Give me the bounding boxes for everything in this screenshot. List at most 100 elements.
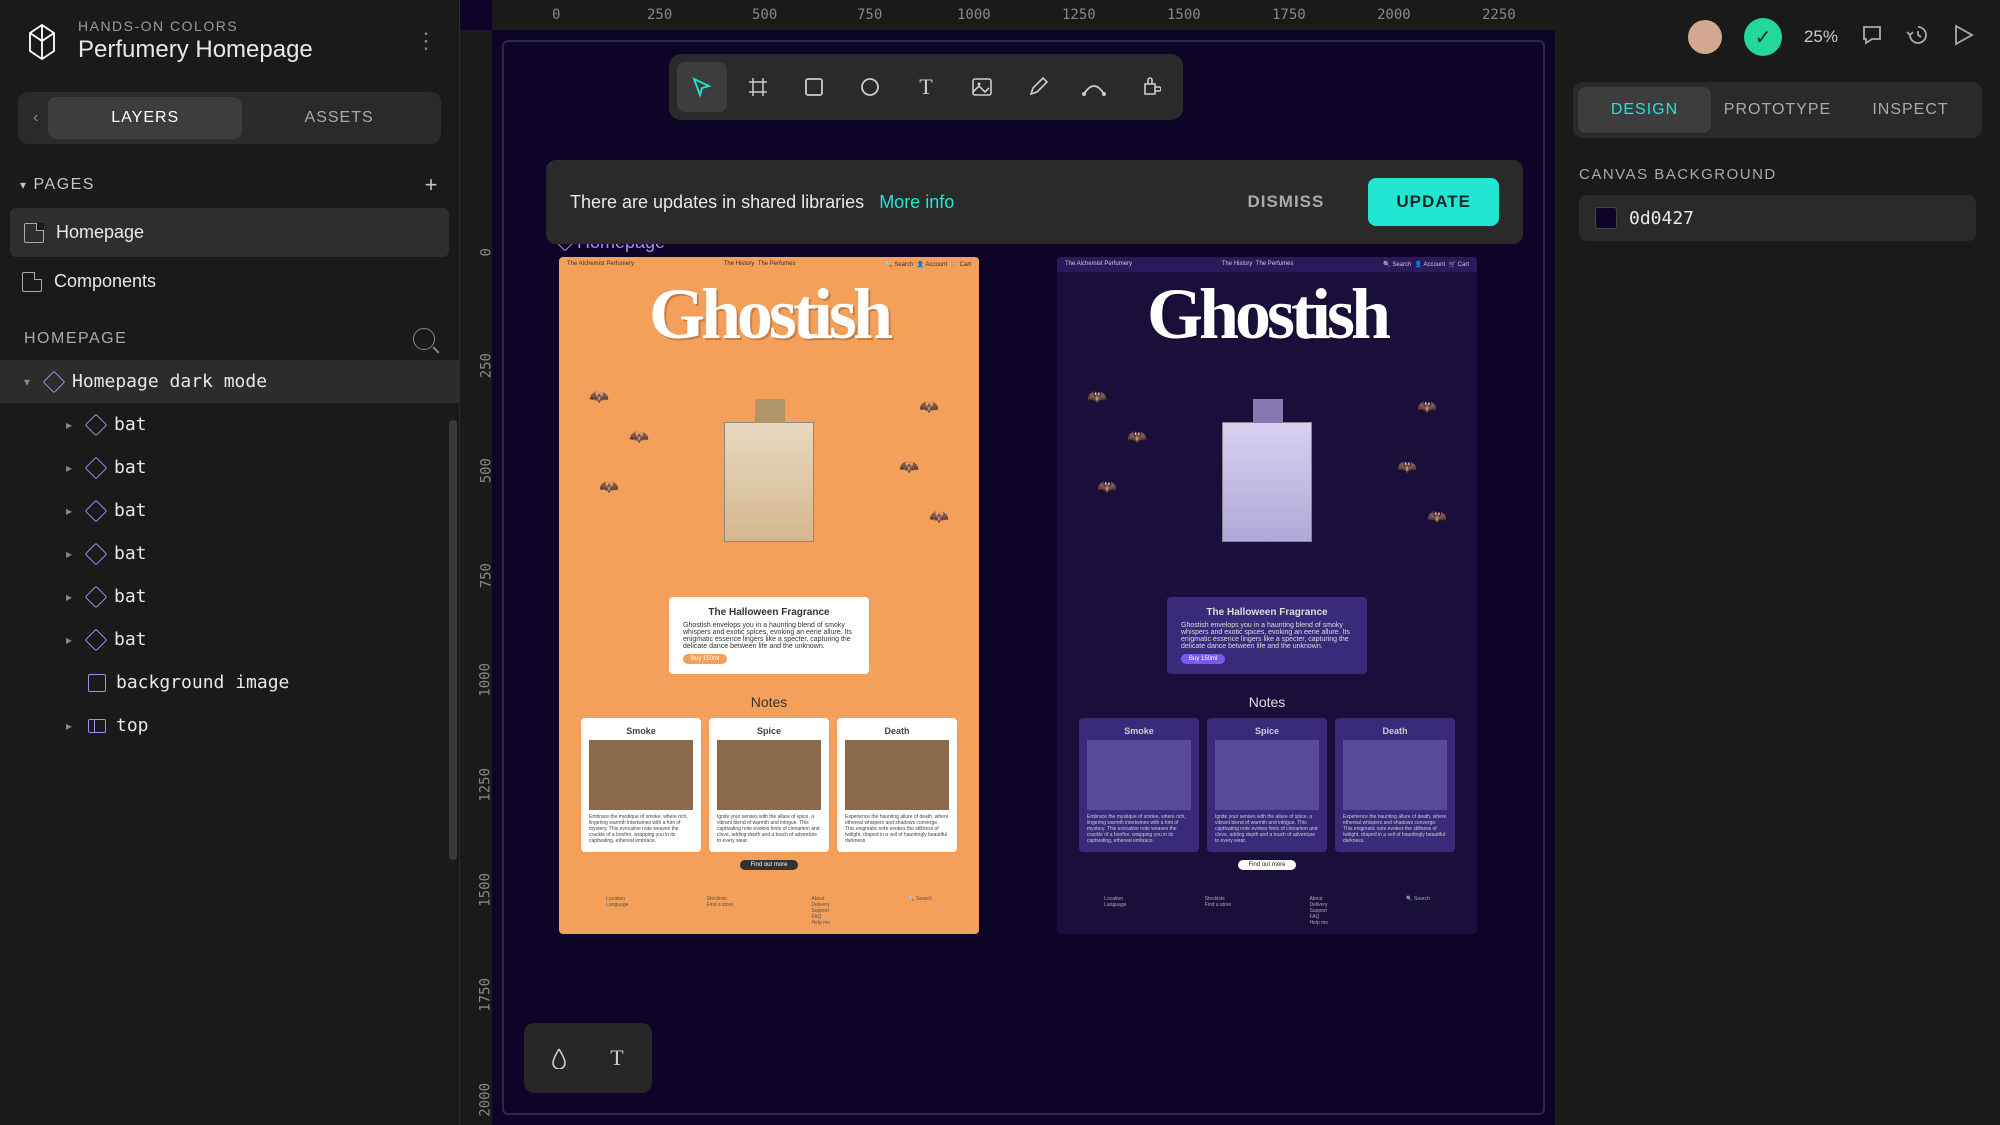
app-logo-icon <box>20 19 64 63</box>
image-tool-icon[interactable] <box>957 62 1007 112</box>
chevron-right-icon[interactable]: ▸ <box>60 418 78 432</box>
component-icon <box>85 456 108 479</box>
pages-heading: PAGES <box>34 176 95 194</box>
tab-assets[interactable]: ASSETS <box>242 97 436 139</box>
color-text-toolbar: T <box>524 1023 652 1093</box>
color-input-row[interactable]: 0d0427 <box>1579 195 1976 241</box>
mock-nav: The Alchemist Perfumery The History The … <box>1057 257 1477 272</box>
chevron-down-icon[interactable]: ▾ <box>20 178 28 192</box>
layer-row-component[interactable]: ▸ bat <box>0 575 459 618</box>
chevron-right-icon[interactable]: ▸ <box>60 590 78 604</box>
layer-row-component[interactable]: ▸ bat <box>0 446 459 489</box>
frame-tool-icon[interactable] <box>733 62 783 112</box>
plugin-tool-icon[interactable] <box>1125 62 1175 112</box>
chevron-right-icon[interactable]: ▸ <box>60 633 78 647</box>
page-item-homepage[interactable]: Homepage <box>10 208 449 257</box>
tools-toolbar: T <box>669 54 1183 120</box>
dismiss-button[interactable]: DISMISS <box>1219 178 1352 226</box>
layer-label: background image <box>116 672 289 693</box>
layers-section-header: HOMEPAGE <box>0 306 459 360</box>
canvas[interactable]: 0 250 500 750 1000 1250 1500 1750 2000 2… <box>460 0 1555 1125</box>
ruler-vertical: 0 250 500 750 1000 1250 1500 1750 2000 <box>460 30 492 1125</box>
path-tool-icon[interactable] <box>1069 62 1119 112</box>
layer-row-component[interactable]: ▸ bat <box>0 403 459 446</box>
artboard-dark[interactable]: The Alchemist Perfumery The History The … <box>1057 257 1477 934</box>
left-sidebar: HANDS-ON COLORS Perfumery Homepage ⋮ ‹ L… <box>0 0 460 1125</box>
layer-row-image[interactable]: background image <box>0 661 459 704</box>
layer-label: top <box>116 715 149 736</box>
canvas-viewport[interactable]: T There are updates in shared libraries … <box>502 40 1545 1115</box>
page-label: Homepage <box>56 222 144 243</box>
panel-tabs: ‹ LAYERS ASSETS <box>18 92 441 144</box>
page-icon <box>22 272 42 292</box>
more-info-link[interactable]: More info <box>879 192 954 212</box>
hero-title: Ghostish <box>1057 272 1477 347</box>
sync-status-icon[interactable]: ✓ <box>1744 18 1782 56</box>
banner-message: There are updates in shared libraries Mo… <box>570 192 1203 213</box>
tab-design[interactable]: DESIGN <box>1578 87 1711 133</box>
drop-tool-icon[interactable] <box>534 1033 584 1083</box>
color-value[interactable]: 0d0427 <box>1629 208 1694 229</box>
add-page-icon[interactable]: + <box>425 172 439 198</box>
chevron-right-icon[interactable]: ▸ <box>60 504 78 518</box>
file-title[interactable]: Perfumery Homepage <box>78 36 401 64</box>
component-icon <box>85 585 108 608</box>
image-icon <box>88 674 106 692</box>
history-icon[interactable] <box>1906 23 1930 52</box>
layer-label: Homepage dark mode <box>72 371 267 392</box>
layer-label: bat <box>114 629 147 650</box>
pen-tool-icon[interactable] <box>1013 62 1063 112</box>
tab-layers[interactable]: LAYERS <box>48 97 242 139</box>
hero-card: The Halloween Fragrance Ghostish envelop… <box>1167 597 1367 674</box>
zoom-level[interactable]: 25% <box>1804 27 1838 47</box>
ellipse-tool-icon[interactable] <box>845 62 895 112</box>
comment-icon[interactable] <box>1860 23 1884 52</box>
layer-row-frame[interactable]: ▾ Homepage dark mode <box>0 360 459 403</box>
hero-title: Ghostish <box>559 272 979 347</box>
update-banner: There are updates in shared libraries Mo… <box>546 160 1523 244</box>
chevron-right-icon[interactable]: ▸ <box>60 461 78 475</box>
page-item-components[interactable]: Components <box>0 257 459 306</box>
layer-row-component[interactable]: ▸ bat <box>0 618 459 661</box>
top-actions: ✓ 25% <box>1555 0 2000 74</box>
chevron-down-icon[interactable]: ▾ <box>18 375 36 389</box>
scrollbar-thumb[interactable] <box>449 420 457 860</box>
layer-label: bat <box>114 543 147 564</box>
hero-card: The Halloween Fragrance Ghostish envelop… <box>669 597 869 674</box>
chevron-left-icon[interactable]: ‹ <box>23 109 48 127</box>
pages-section-header: ▾ PAGES + <box>0 154 459 208</box>
inspector-tabs: DESIGN PROTOTYPE INSPECT <box>1573 82 1982 138</box>
layer-row-component[interactable]: ▸ bat <box>0 489 459 532</box>
breadcrumb[interactable]: HANDS-ON COLORS <box>78 18 401 34</box>
text-tool-icon[interactable]: T <box>901 62 951 112</box>
chevron-right-icon[interactable]: ▸ <box>60 547 78 561</box>
chevron-right-icon[interactable]: ▸ <box>60 719 78 733</box>
update-button[interactable]: UPDATE <box>1368 178 1499 226</box>
type-tool-icon[interactable]: T <box>592 1033 642 1083</box>
color-swatch[interactable] <box>1595 207 1617 229</box>
frame-icon <box>43 370 66 393</box>
buy-button: Buy 150ml <box>683 654 727 664</box>
move-tool-icon[interactable] <box>677 62 727 112</box>
file-header: HANDS-ON COLORS Perfumery Homepage ⋮ <box>0 0 459 82</box>
perfume-bottle <box>724 422 814 542</box>
artboard-light[interactable]: The Alchemist Perfumery The History The … <box>559 257 979 934</box>
play-icon[interactable] <box>1952 23 1974 52</box>
tab-inspect[interactable]: INSPECT <box>1844 87 1977 133</box>
layers-heading: HOMEPAGE <box>24 330 127 348</box>
layer-row-component[interactable]: ▸ bat <box>0 532 459 575</box>
file-menu-icon[interactable]: ⋮ <box>415 28 439 54</box>
user-avatar[interactable] <box>1688 20 1722 54</box>
right-sidebar: ✓ 25% DESIGN PROTOTYPE INSPECT CANVAS BA… <box>1555 0 2000 1125</box>
layer-tree: ▾ Homepage dark mode ▸ bat ▸ bat ▸ bat ▸… <box>0 360 459 1125</box>
layer-label: bat <box>114 500 147 521</box>
tab-prototype[interactable]: PROTOTYPE <box>1711 87 1844 133</box>
prop-label: CANVAS BACKGROUND <box>1579 166 1976 183</box>
page-icon <box>24 223 44 243</box>
search-icon[interactable] <box>413 328 435 350</box>
component-icon <box>85 413 108 436</box>
rectangle-tool-icon[interactable] <box>789 62 839 112</box>
layer-row-layout[interactable]: ▸ top <box>0 704 459 747</box>
canvas-bg-section: CANVAS BACKGROUND 0d0427 <box>1555 146 2000 261</box>
component-icon <box>85 628 108 651</box>
